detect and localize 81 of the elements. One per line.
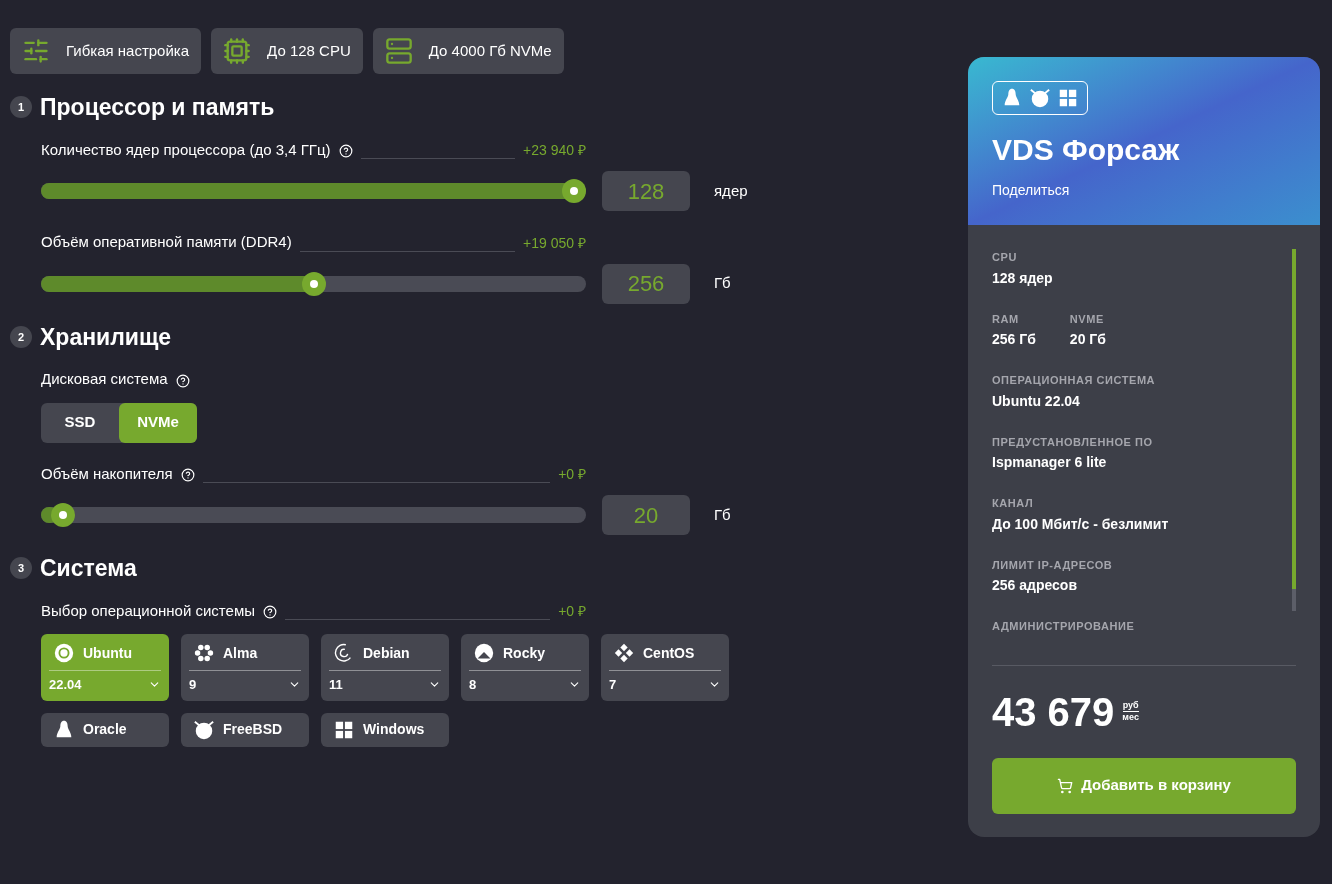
field-label: Выбор операционной системы: [41, 600, 255, 621]
plan-title: VDS Форсаж: [992, 132, 1181, 168]
spec-label: RAM: [992, 311, 1020, 327]
os-card[interactable]: Rocky 8: [461, 634, 589, 701]
spec-value: 20 Гб: [1069, 330, 1106, 349]
ring-logo-icon: [53, 642, 75, 664]
slider-thumb[interactable]: [51, 503, 76, 527]
windows-icon: [1057, 87, 1079, 109]
help-icon[interactable]: [175, 373, 190, 388]
scrollbar[interactable]: [1292, 249, 1296, 611]
os-name: Oracle: [83, 720, 127, 739]
server-icon: [384, 37, 413, 65]
devil-ball-icon: [1029, 87, 1051, 109]
price-delta: +0 ₽: [558, 465, 586, 484]
os-version: 9: [189, 676, 197, 694]
flower-logo-icon: [193, 642, 215, 664]
unit-label: ядер: [714, 180, 748, 201]
os-name: Rocky: [503, 643, 546, 663]
mountain-logo-icon: [473, 642, 495, 664]
os-name: Debian: [363, 643, 410, 663]
total-price: 43 679: [992, 691, 1115, 732]
spec-value: 128 ядер: [992, 268, 1053, 288]
spec-label: КАНАЛ: [992, 496, 1035, 511]
disk-type-option[interactable]: SSD: [41, 402, 119, 443]
field-label: Количество ядер процессора (до 3,4 ГГц): [41, 139, 331, 160]
field-label: Объём оперативной памяти (DDR4): [41, 232, 292, 252]
help-icon[interactable]: [338, 144, 353, 158]
spec-value: 256 Гб: [992, 330, 1036, 349]
spec-value: Ubuntu 22.04: [992, 391, 1081, 411]
field-label: Дисковая система: [41, 369, 168, 389]
feature-chip: До 128 CPU: [211, 28, 363, 74]
spec-label: ОПЕРАЦИОННАЯ СИСТЕМА: [992, 373, 1156, 388]
spec-label: NVME: [1069, 311, 1105, 327]
devil-ball-icon: [193, 718, 215, 741]
period-unit: мес: [1122, 712, 1139, 724]
spec-value: До 100 Мбит/с - безлимит: [992, 514, 1169, 534]
os-card[interactable]: CentOS 7: [601, 634, 729, 701]
os-card[interactable]: Alma 9: [181, 634, 309, 701]
os-name: Alma: [223, 643, 258, 663]
os-card[interactable]: FreeBSD: [181, 712, 309, 747]
os-version: 8: [469, 676, 477, 694]
os-version: 7: [609, 676, 617, 694]
sliders-icon: [22, 37, 50, 65]
os-name: Ubuntu: [83, 643, 132, 663]
spec-label: CPU: [992, 250, 1018, 265]
os-version: 22.04: [49, 676, 82, 694]
share-link[interactable]: Поделиться: [992, 180, 1296, 201]
feature-chip: До 4000 Гб NVMe: [372, 28, 564, 74]
field-label: Объём накопителя: [41, 463, 173, 484]
section-title: Процессор и память: [40, 93, 275, 122]
spec-label: ПРЕДУСТАНОВЛЕННОЕ ПО: [992, 434, 1153, 450]
price-delta: +0 ₽: [558, 602, 586, 621]
chip-icon: [223, 37, 252, 65]
unit-label: Гб: [714, 273, 731, 294]
diamond-grid-icon: [613, 642, 635, 664]
section-title: Хранилище: [40, 322, 172, 352]
section-title: Система: [40, 554, 137, 583]
help-icon[interactable]: [263, 605, 277, 619]
feature-chip: Гибкая настройка: [10, 28, 202, 74]
slider-thumb[interactable]: [562, 179, 586, 203]
spec-label: АДМИНИСТРИРОВАНИЕ: [992, 619, 1135, 634]
step-number: 3: [10, 557, 32, 580]
cart-icon: [1057, 777, 1074, 794]
os-name: CentOS: [643, 643, 695, 663]
os-name: Windows: [363, 720, 425, 739]
os-card[interactable]: Debian 11: [321, 634, 449, 701]
spec-value: 256 адресов: [992, 576, 1079, 595]
unit-label: Гб: [714, 504, 731, 525]
price-delta: +19 050 ₽: [523, 233, 586, 253]
os-card[interactable]: Windows: [321, 712, 449, 747]
step-number: 2: [10, 325, 32, 348]
spec-label: ЛИМИТ IP-АДРЕСОВ: [992, 557, 1113, 573]
os-card[interactable]: Oracle: [41, 712, 169, 747]
step-number: 1: [10, 96, 32, 119]
os-name: FreeBSD: [223, 720, 283, 739]
help-icon[interactable]: [180, 468, 195, 482]
spec-value: Ispmanager 6 lite: [992, 453, 1108, 472]
os-version: 11: [329, 676, 343, 694]
price-delta: +23 940 ₽: [523, 141, 586, 160]
slider-thumb[interactable]: [301, 271, 326, 296]
currency-unit: руб: [1122, 699, 1139, 712]
